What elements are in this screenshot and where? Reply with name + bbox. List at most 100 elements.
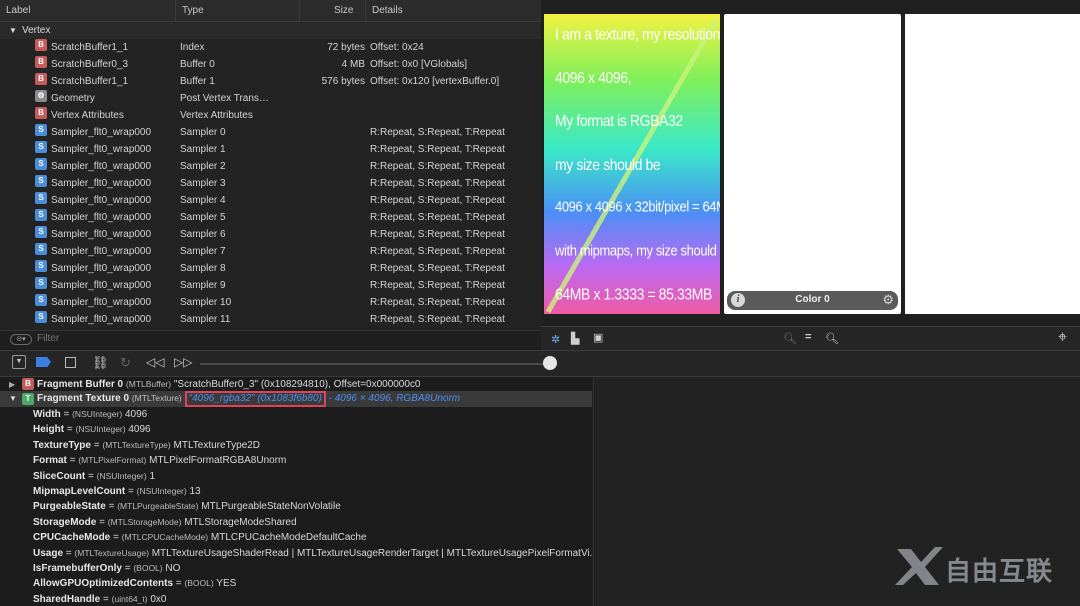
table-row[interactable]: ⚙ Geometry Post Vertex Trans… (0, 90, 541, 107)
stop-icon[interactable] (65, 357, 76, 368)
attachments-icon[interactable]: ▙ (571, 332, 579, 345)
hide-debug-area-icon[interactable]: ▼ (12, 355, 26, 369)
table-row[interactable]: S Sampler_flt0_wrap000 Sampler 9 R:Repeat, … (0, 277, 541, 294)
table-row[interactable]: S Sampler_flt0_wrap000 Sampler 7 R:Repeat, … (0, 243, 541, 260)
disclosure-triangle-icon[interactable]: ▶ (9, 377, 15, 392)
property-name: Format (33, 455, 67, 467)
row-details: R:Repeat, S:Repeat, T:Repeat (370, 246, 505, 257)
column-header-label[interactable]: Label (0, 0, 176, 22)
column-header-size[interactable]: Size (300, 0, 366, 22)
buffer-icon: B (35, 39, 47, 51)
property-value: 13 (189, 486, 201, 497)
aperture-icon[interactable]: ✲ (551, 333, 560, 346)
property-type: (NSUInteger) (75, 424, 126, 435)
row-type: Sampler 7 (180, 246, 226, 257)
property-row[interactable]: TextureType = (MTLTextureType) MTLTextur… (0, 438, 592, 453)
disclosure-triangle-icon[interactable]: ▼ (9, 22, 17, 39)
row-details: R:Repeat, S:Repeat, T:Repeat (370, 127, 505, 138)
property-row[interactable]: Format = (MTLPixelFormat) MTLPixelFormat… (0, 453, 592, 468)
column-header-type[interactable]: Type (176, 0, 300, 22)
row-type: Vertex Attributes (180, 110, 253, 121)
table-row[interactable]: S Sampler_flt0_wrap000 Sampler 10 R:Repeat,… (0, 294, 541, 311)
zoom-out-icon[interactable]: 🔍︎ (783, 332, 797, 345)
property-row[interactable]: CPUCacheMode = (MTLCPUCacheMode) MTLCPUC… (0, 530, 592, 545)
preview-icon[interactable]: ▣ (593, 331, 603, 344)
step-back-icon[interactable]: ◁◁ (146, 355, 164, 369)
table-row[interactable]: B ScratchBuffer0_3 Buffer 0 4 MB Offset: 0x0… (0, 56, 541, 73)
gpu-debug-icon[interactable]: ⛓ (92, 355, 109, 371)
property-name: AllowGPUOptimizedContents (33, 578, 173, 590)
attachment-preview[interactable] (905, 14, 1080, 314)
column-header-details[interactable]: Details (366, 0, 541, 22)
step-forward-icon[interactable]: ▷▷ (174, 355, 192, 369)
table-row[interactable]: S Sampler_flt0_wrap000 Sampler 2 R:Repeat, … (0, 158, 541, 175)
row-type: Sampler 11 (180, 314, 231, 325)
variable-row-fragment-texture[interactable]: ▼ T Fragment Texture 0 (MTLTexture) "409… (0, 391, 592, 407)
property-name: SharedHandle (33, 593, 101, 605)
zoom-actual-size-icon[interactable]: = (805, 331, 811, 343)
timeline-slider-thumb[interactable] (543, 356, 557, 370)
table-row[interactable]: S Sampler_flt0_wrap000 Sampler 0 R:Repeat, … (0, 124, 541, 141)
table-row[interactable]: S Sampler_flt0_wrap000 Sampler 4 R:Repeat, … (0, 192, 541, 209)
table-row[interactable]: S Sampler_flt0_wrap000 Sampler 3 R:Repeat, … (0, 175, 541, 192)
texture-text-line: My format is RGBA32 (555, 110, 683, 130)
row-type: Sampler 6 (180, 229, 226, 240)
reload-icon[interactable]: ↻ (120, 355, 131, 371)
row-label: Sampler_flt0_wrap000 (51, 280, 152, 291)
variable-row-fragment-buffer[interactable]: ▶ B Fragment Buffer 0 (MTLBuffer) "Scrat… (0, 377, 592, 392)
table-row[interactable]: B Vertex Attributes Vertex Attributes (0, 107, 541, 124)
property-row[interactable]: AllowGPUOptimizedContents = (BOOL) YES (0, 576, 592, 591)
row-details: Offset: 0x120 [vertexBuffer.0] (370, 76, 500, 87)
property-row[interactable]: Usage = (MTLTextureUsage) MTLTextureUsag… (0, 546, 592, 561)
row-label: Sampler_flt0_wrap000 (51, 212, 152, 223)
property-row[interactable]: PurgeableState = (MTLPurgeableState) MTL… (0, 499, 592, 514)
table-row[interactable]: S Sampler_flt0_wrap000 Sampler 8 R:Repeat, … (0, 260, 541, 277)
property-row[interactable]: StorageMode = (MTLStorageMode) MTLStorag… (0, 515, 592, 530)
property-row[interactable]: MipmapLevelCount = (NSUInteger) 13 (0, 484, 592, 499)
color-attachment-thumbnail[interactable] (724, 14, 901, 314)
texture-thumbnail[interactable]: I am a texture, my resolution is 4096 x … (544, 14, 720, 314)
table-row[interactable]: B ScratchBuffer1_1 Index 72 bytes Offset: 0x… (0, 39, 541, 56)
crosshair-icon[interactable]: ⌖ (1058, 329, 1067, 347)
property-row[interactable]: SliceCount = (NSUInteger) 1 (0, 469, 592, 484)
timeline-track[interactable] (200, 363, 550, 365)
property-value: MTLStorageModeShared (184, 516, 297, 528)
property-name: TextureType (33, 439, 91, 451)
row-label: Sampler_flt0_wrap000 (51, 161, 152, 172)
property-row[interactable]: IsFramebufferOnly = (BOOL) NO (0, 561, 592, 576)
table-row[interactable]: B ScratchBuffer1_1 Buffer 1 576 bytes Offset… (0, 73, 541, 90)
table-row[interactable]: S Sampler_flt0_wrap000 Sampler 1 R:Repeat, … (0, 141, 541, 158)
texture-handle-highlight[interactable]: "4096_rgba32" (0x1083f6b80) (184, 391, 326, 407)
property-row[interactable]: Height = (NSUInteger) 4096 (0, 422, 592, 437)
property-name: MipmapLevelCount (33, 486, 126, 497)
row-size: 4 MB (341, 59, 365, 70)
filter-input[interactable]: Filter (37, 333, 59, 344)
group-row-vertex[interactable]: ▼ Vertex (0, 22, 541, 39)
row-label: Vertex Attributes (51, 110, 124, 121)
row-type: Sampler 2 (180, 161, 226, 172)
property-name: Width (33, 409, 61, 420)
row-type: Sampler 10 (180, 297, 232, 308)
table-row[interactable]: S Sampler_flt0_wrap000 Sampler 11 R:Repeat,… (0, 311, 541, 328)
property-row[interactable]: Width = (NSUInteger) 4096 (0, 407, 592, 422)
buffer-icon: B (35, 73, 47, 85)
zoom-in-icon[interactable]: 🔍︎ (825, 332, 839, 345)
row-type: Sampler 4 (180, 195, 226, 206)
texture-text-line: 64MB x 1.3333 = 85.33MB (555, 284, 712, 304)
debug-toolbar: ▼ ⛓ ↻ ◁◁ ▷▷ (0, 350, 1080, 377)
viewer-toolbar: ✲ ▙ ▣ 🔍︎ = 🔍︎ ⌖ (541, 326, 1080, 350)
table-row[interactable]: S Sampler_flt0_wrap000 Sampler 6 R:Repeat, … (0, 226, 541, 243)
filter-options-icon[interactable]: ⊝▾ (10, 334, 32, 345)
breakpoints-icon[interactable] (36, 357, 51, 367)
property-value: MTLPixelFormatRGBA8Unorm (149, 455, 287, 467)
table-row[interactable]: S Sampler_flt0_wrap000 Sampler 5 R:Repeat, … (0, 209, 541, 226)
row-label: ScratchBuffer1_1 (51, 42, 129, 53)
property-row[interactable]: SharedHandle = (uint64_t) 0x0 (0, 592, 592, 606)
property-name: Usage (33, 547, 64, 559)
disclosure-triangle-icon[interactable]: ▼ (9, 391, 17, 406)
row-details: R:Repeat, S:Repeat, T:Repeat (370, 178, 505, 189)
property-value: 1 (149, 470, 156, 482)
property-name: SliceCount (33, 470, 86, 482)
gear-icon[interactable]: ⚙ (882, 292, 894, 308)
property-type: (MTLPurgeableState) (117, 501, 199, 512)
